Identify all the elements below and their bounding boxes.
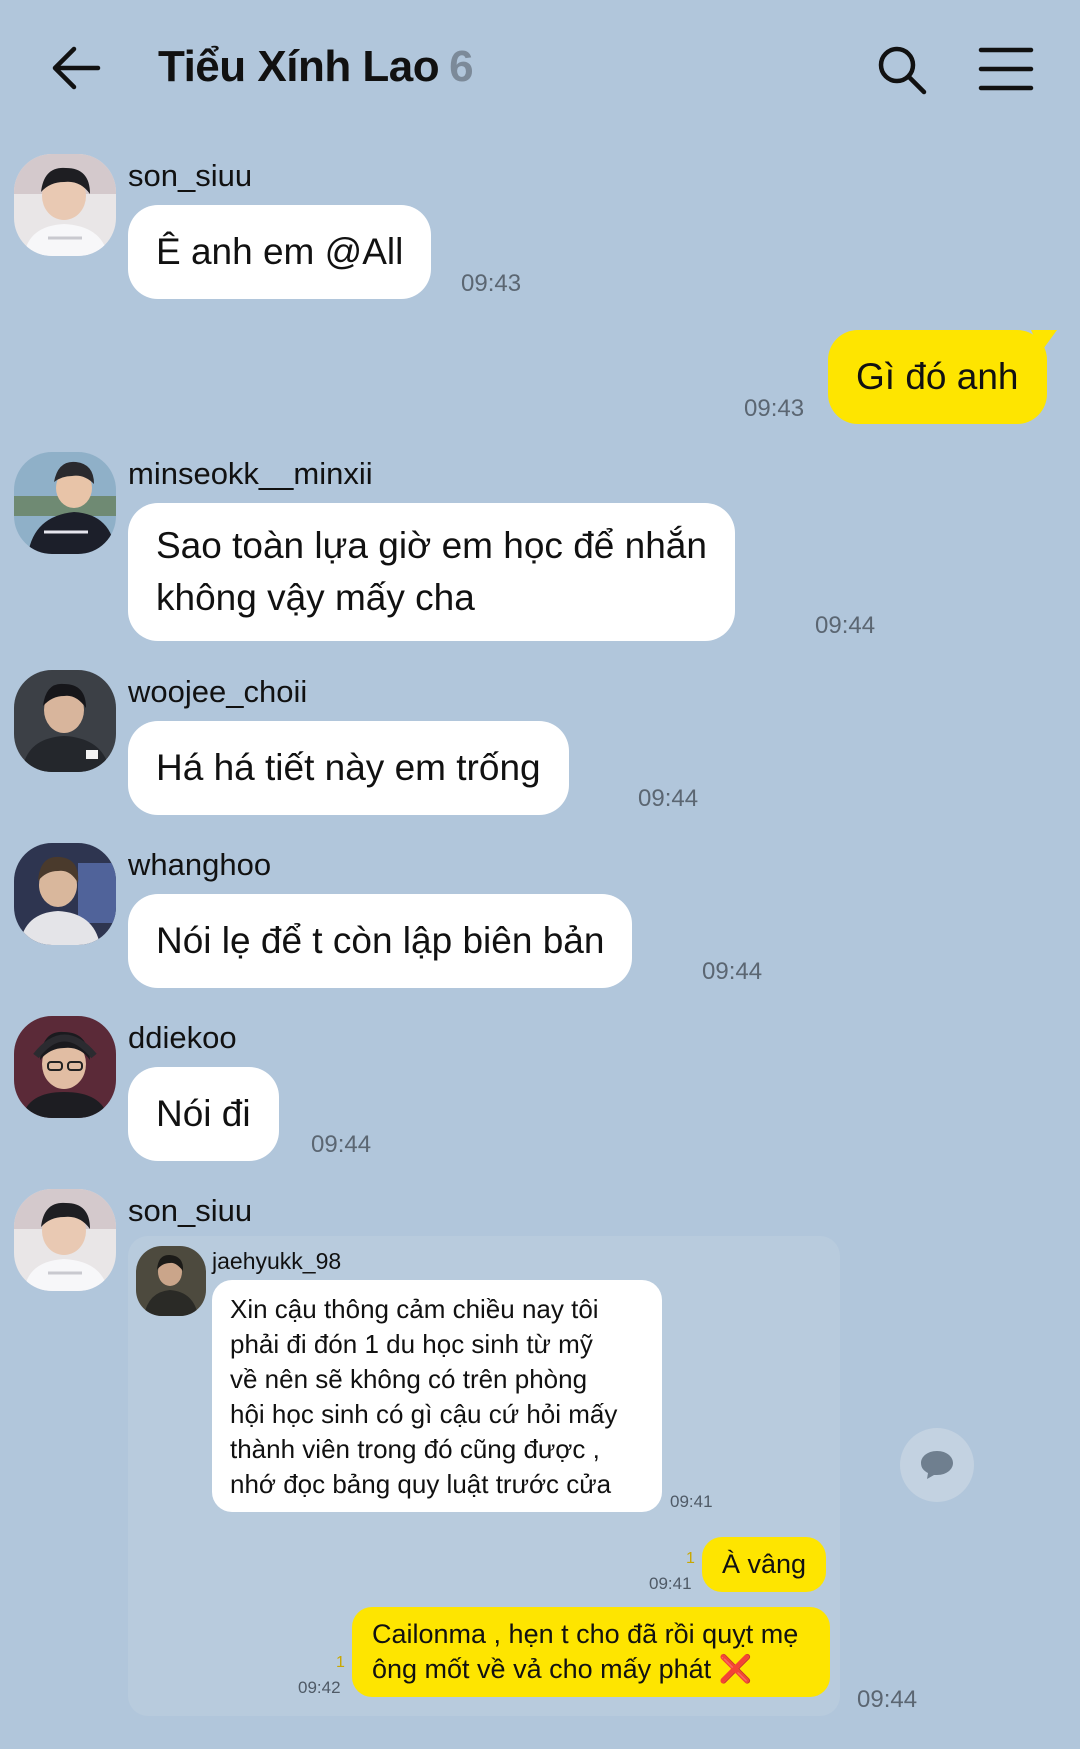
message-bubble[interactable]: Nói đi (128, 1067, 279, 1161)
message-text: Ê anh em @All (156, 231, 404, 272)
profile-photo-icon (136, 1246, 206, 1316)
message-time: 09:43 (744, 395, 805, 422)
profile-photo-icon (14, 452, 116, 554)
message-time: 09:44 (857, 1686, 918, 1713)
unread-count: 1 (336, 1654, 345, 1671)
message-time: 09:44 (702, 958, 763, 985)
menu-button[interactable] (978, 44, 1034, 94)
quoted-reply-time: 09:42 (298, 1678, 341, 1697)
quoted-text-line: thành viên trong đó cũng được , (230, 1434, 600, 1464)
quoted-text-line: nhớ đọc bảng quy luật trước cửa (230, 1469, 612, 1499)
message-text-line: không vậy mấy cha (156, 577, 475, 618)
avatar-jaehyukk-98 (136, 1246, 206, 1316)
avatar-minseokk-minxii[interactable] (14, 452, 116, 554)
my-message-bubble[interactable]: Gì đó anh (828, 330, 1057, 424)
quoted-reply-bubble: Cailonma , hẹn t cho đã rồi quỵt mẹ ông … (352, 1607, 830, 1697)
message-time: 09:43 (461, 270, 522, 297)
message-text: Há há tiết này em trống (156, 747, 541, 788)
bubble-tail-icon (1030, 330, 1057, 352)
unread-count: 1 (686, 1550, 695, 1567)
quoted-message-bubble: Xin cậu thông cảm chiều nay tôi phải đi … (212, 1280, 662, 1512)
quoted-reply-text-line: ông mốt về vả cho mấy phát (372, 1654, 712, 1684)
message-text: Nói đi (156, 1093, 251, 1134)
avatar-woojee-choii[interactable] (14, 670, 116, 772)
message-bubble[interactable]: Sao toàn lựa giờ em học để nhắn không vậ… (128, 503, 735, 641)
menu-icon (978, 47, 1034, 91)
message-text: Nói lẹ để t còn lập biên bản (156, 920, 605, 961)
cross-mark-icon: ❌ (718, 1654, 753, 1684)
search-button[interactable] (876, 44, 928, 96)
avatar-son-siuu[interactable] (14, 154, 116, 256)
profile-photo-icon (14, 843, 116, 945)
profile-photo-icon (14, 670, 116, 772)
chat-room-name: Tiểu Xính Lao (158, 42, 440, 91)
member-count: 6 (449, 42, 474, 91)
message-text-line: Sao toàn lựa giờ em học để nhắn (156, 525, 707, 566)
sender-name: son_siuu (128, 158, 253, 193)
quoted-text-line: phải đi đón 1 du học sinh từ mỹ (230, 1329, 593, 1359)
quoted-reply-time: 09:41 (649, 1574, 692, 1593)
sender-name: ddiekoo (128, 1020, 237, 1055)
back-arrow-icon (52, 46, 101, 90)
message-bubble[interactable]: Nói lẹ để t còn lập biên bản (128, 894, 633, 988)
message-bubble[interactable]: Há há tiết này em trống (128, 721, 569, 815)
chat-header: Tiểu Xính Lao 6 (0, 0, 1080, 140)
quoted-reply-text-line: Cailonma , hẹn t cho đã rồi quỵt mẹ (372, 1619, 799, 1649)
chat-title: Tiểu Xính Lao 6 (158, 42, 474, 92)
quoted-text-line: Xin cậu thông cảm chiều nay tôi (230, 1294, 599, 1324)
message-text: Gì đó anh (856, 356, 1019, 397)
quoted-sender-name: jaehyukk_98 (212, 1248, 342, 1274)
message-time: 09:44 (311, 1131, 372, 1158)
share-chat-icon (921, 1451, 953, 1479)
sender-name: son_siuu (128, 1193, 253, 1228)
share-button[interactable] (900, 1428, 974, 1502)
message-bubble[interactable]: Ê anh em @All (128, 205, 432, 299)
message-time: 09:44 (815, 612, 876, 639)
quoted-reply-bubble: À vâng (702, 1537, 827, 1592)
sender-name: whanghoo (128, 847, 272, 882)
profile-photo-icon (14, 1016, 116, 1118)
back-button[interactable] (48, 40, 104, 96)
sender-name: minseokk__minxii (128, 456, 373, 491)
avatar-son-siuu[interactable] (14, 1189, 116, 1291)
avatar-whanghoo[interactable] (14, 843, 116, 945)
profile-photo-icon (14, 154, 116, 256)
quoted-message-time: 09:41 (670, 1492, 713, 1511)
sender-name: woojee_choii (128, 674, 308, 709)
quoted-text-line: hội học sinh có gì cậu cứ hỏi mấy (230, 1399, 618, 1429)
quoted-reply-text: À vâng (722, 1549, 807, 1579)
message-time: 09:44 (638, 785, 699, 812)
search-icon (878, 46, 927, 95)
quoted-text-line: về nên sẽ không có trên phòng (230, 1364, 588, 1394)
avatar-ddiekoo[interactable] (14, 1016, 116, 1118)
profile-photo-icon (14, 1189, 116, 1291)
